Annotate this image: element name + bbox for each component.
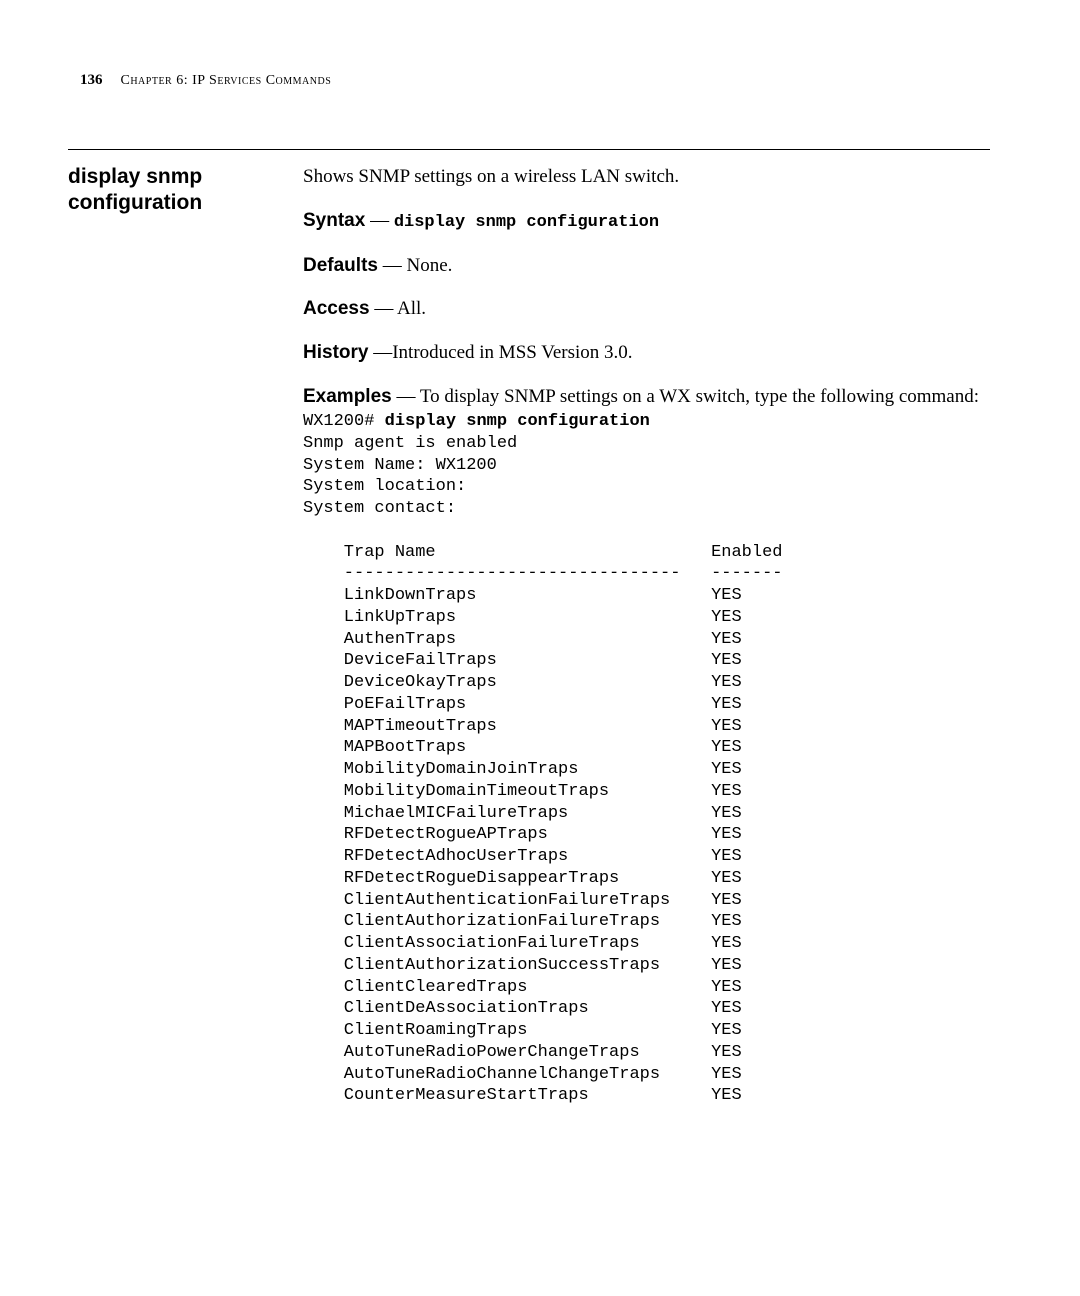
right-column: Shows SNMP settings on a wireless LAN sw… — [303, 164, 990, 1107]
example-output: WX1200# display snmp configuration Snmp … — [303, 411, 990, 1107]
defaults-label: Defaults — [303, 255, 378, 276]
header-rule — [68, 149, 990, 150]
example-preamble: Snmp agent is enabled System Name: WX120… — [303, 434, 517, 518]
command-title-line2: configuration — [68, 191, 202, 214]
examples-label: Examples — [303, 386, 392, 407]
syntax-command: display snmp configuration — [394, 213, 659, 232]
examples-text: — To display SNMP settings on a WX switc… — [392, 386, 979, 407]
access-label: Access — [303, 298, 370, 319]
page-number: 136 — [80, 72, 103, 89]
access-text: — All. — [370, 298, 426, 319]
access-line: Access — All. — [303, 296, 990, 322]
defaults-line: Defaults — None. — [303, 253, 990, 279]
content-row: display snmp configuration Shows SNMP se… — [68, 164, 990, 1107]
left-column: display snmp configuration — [68, 164, 303, 1107]
chapter-label: Chapter 6: IP Services Commands — [121, 73, 332, 89]
command-title-line1: display snmp — [68, 165, 202, 188]
example-prompt: WX1200# — [303, 412, 385, 431]
syntax-sep: — — [365, 210, 394, 231]
example-command: display snmp configuration — [385, 412, 650, 431]
history-label: History — [303, 342, 368, 363]
defaults-text: — None. — [378, 255, 452, 276]
intro-text: Shows SNMP settings on a wireless LAN sw… — [303, 164, 990, 190]
trap-table: Trap Name Enabled ----------------------… — [303, 543, 782, 1106]
syntax-line: Syntax — display snmp configuration — [303, 208, 990, 235]
page-header: 136 Chapter 6: IP Services Commands — [68, 72, 990, 89]
syntax-label: Syntax — [303, 210, 365, 231]
history-text: —Introduced in MSS Version 3.0. — [368, 342, 632, 363]
history-line: History —Introduced in MSS Version 3.0. — [303, 340, 990, 366]
command-title: display snmp configuration — [68, 164, 293, 217]
page-container: 136 Chapter 6: IP Services Commands disp… — [0, 0, 1080, 1147]
examples-line: Examples — To display SNMP settings on a… — [303, 384, 990, 410]
